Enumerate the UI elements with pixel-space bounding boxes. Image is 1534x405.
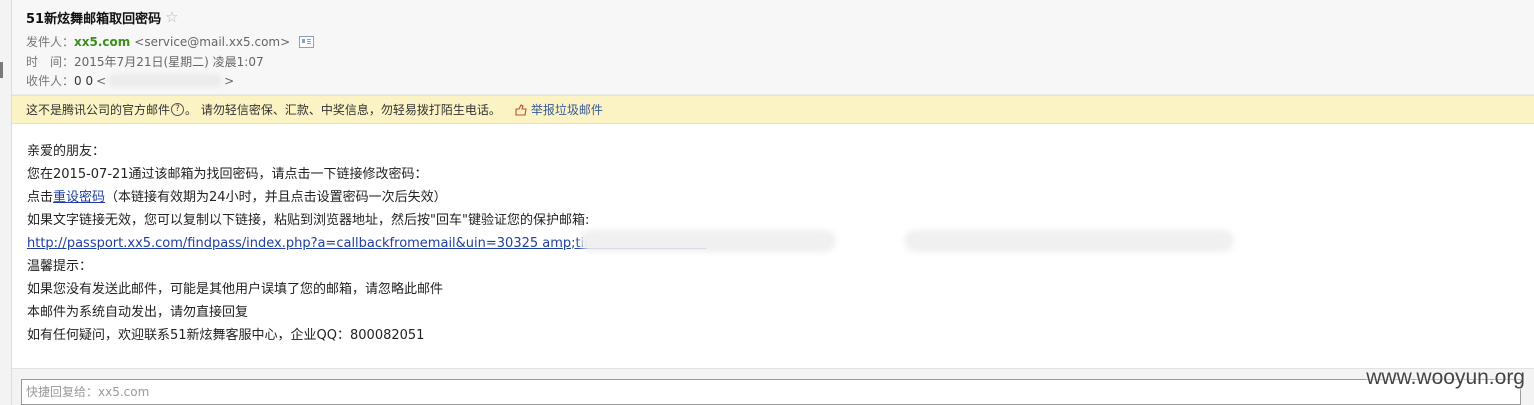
tip-3: 如有任何疑问，欢迎联系51新炫舞客服中心，企业QQ：800082051	[27, 328, 425, 343]
sender-address: <service@mail.xx5.com>	[134, 34, 291, 49]
security-notice-bar: 这不是腾讯公司的官方邮件 ? 。 请勿轻信密保、汇款、中奖信息，勿轻易拨打陌生电…	[12, 95, 1534, 124]
reset-password-link[interactable]: 重设密码	[53, 190, 105, 205]
quick-reply-input[interactable]	[21, 379, 1521, 405]
mail-header: 51新炫舞邮箱取回密码 ☆ 发件人： xx5.com <service@mail…	[12, 0, 1534, 95]
recipient-row: 收件人： 0 0 < >	[26, 72, 234, 89]
star-icon[interactable]: ☆	[165, 10, 178, 25]
report-spam-label: 举报垃圾邮件	[530, 103, 603, 117]
tip-1: 如果您没有发送此邮件，可能是其他用户误填了您的邮箱，请忽略此邮件	[27, 282, 444, 297]
question-icon[interactable]: ?	[171, 103, 185, 116]
recipient-name[interactable]: 0 0	[74, 74, 93, 88]
left-edge-marker	[0, 62, 3, 78]
recipient-label: 收件人：	[26, 74, 75, 88]
report-spam-link[interactable]: 举报垃圾邮件	[515, 101, 603, 118]
sender-label: 发件人：	[26, 35, 75, 49]
sender-name[interactable]: xx5.com	[74, 35, 130, 49]
url-redaction-2	[904, 230, 1234, 252]
tip-2: 本邮件为系统自动发出，请勿直接回复	[27, 305, 249, 320]
subject-row: 51新炫舞邮箱取回密码 ☆	[26, 8, 179, 28]
recipient-open-bracket: <	[96, 73, 107, 88]
recipient-close-bracket: >	[224, 73, 235, 88]
notice-text-before: 这不是腾讯公司的官方邮件	[26, 103, 171, 117]
url-redaction-1	[580, 230, 836, 252]
body-line-2: 点击重设密码（本链接有效期为24小时，并且点击设置密码一次后失效）	[27, 186, 707, 209]
time-value: 2015年7月21日(星期二) 凌晨1:07	[74, 55, 264, 69]
notice-text-after: 。 请勿轻信密保、汇款、中奖信息，勿轻易拨打陌生电话。	[185, 103, 501, 117]
time-row: 时 间： 2015年7月21日(星期二) 凌晨1:07	[26, 53, 264, 70]
watermark: www.wooyun.org	[1366, 366, 1525, 389]
contact-card-icon[interactable]	[299, 35, 315, 48]
sender-row: 发件人： xx5.com <service@mail.xx5.com>	[26, 33, 315, 50]
recipient-address-redacted	[108, 74, 223, 87]
tips-title: 温馨提示：	[27, 259, 93, 274]
report-icon	[515, 103, 527, 116]
body-line-3: 如果文字链接无效，您可以复制以下链接，粘贴到浏览器地址，然后按"回车"键验证您的…	[27, 213, 590, 228]
line2-prefix: 点击	[27, 190, 54, 205]
line2-suffix: （本链接有效期为24小时，并且点击设置密码一次后失效）	[105, 190, 447, 205]
reset-url-link[interactable]: http://passport.xx5.com/findpass/index.p…	[27, 230, 1234, 255]
mail-subject: 51新炫舞邮箱取回密码	[26, 12, 162, 27]
quick-reply-area	[12, 368, 1534, 405]
mail-body: 亲爱的朋友： 您在2015-07-21通过该邮箱为找回密码，请点击一下链接修改密…	[27, 140, 1234, 347]
greeting: 亲爱的朋友：	[27, 144, 106, 159]
time-label: 时 间：	[26, 55, 75, 69]
body-line-1: 您在2015-07-21通过该邮箱为找回密码，请点击一下链接修改密码：	[27, 167, 428, 182]
url-line: http://passport.xx5.com/findpass/index.p…	[27, 230, 1234, 255]
left-edge-panel	[0, 0, 12, 405]
